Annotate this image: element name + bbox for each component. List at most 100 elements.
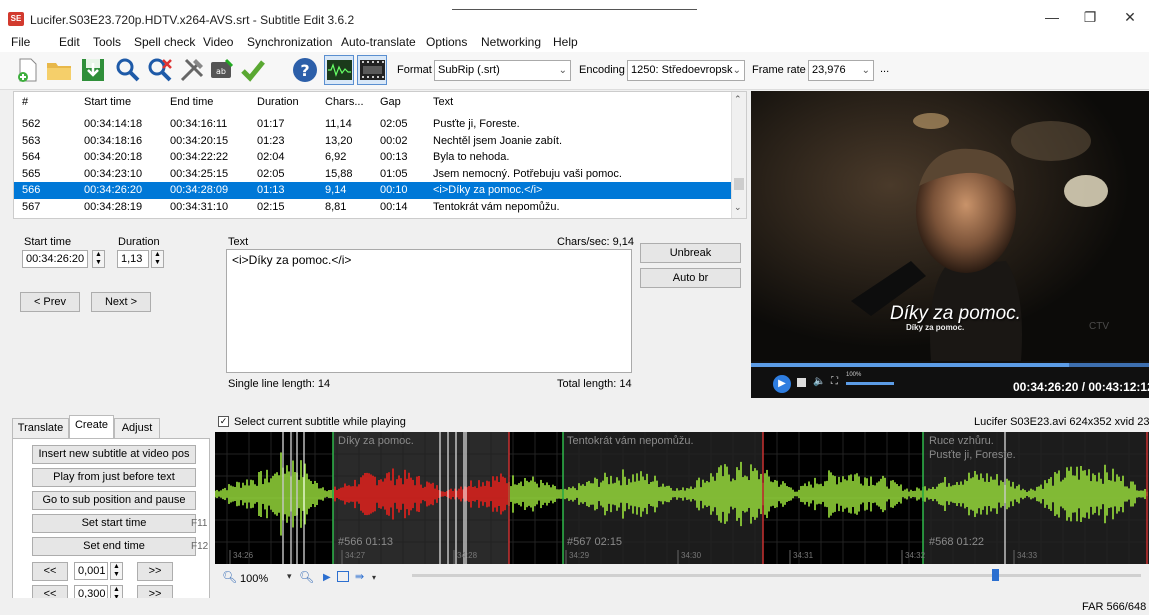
set-end-time-button[interactable]: Set end time <box>32 537 196 556</box>
remove-text-hi-icon[interactable]: ab <box>208 56 236 84</box>
duration-spinner[interactable]: ▲ ▼ <box>151 250 164 268</box>
small-step-input[interactable]: 0,001 <box>74 562 108 580</box>
subtitle-grid[interactable]: # Start time End time Duration Chars... … <box>13 91 747 219</box>
new-file-icon[interactable] <box>14 56 42 84</box>
spell-check-icon[interactable] <box>239 56 267 84</box>
scroll-down-icon[interactable]: ⌄ <box>734 202 742 213</box>
tab-translate[interactable]: Translate <box>12 418 69 439</box>
toggle-video-button[interactable] <box>357 55 387 85</box>
volume-slider[interactable] <box>846 382 894 385</box>
cell-chars: 6,92 <box>325 151 347 164</box>
save-icon[interactable] <box>79 56 107 84</box>
subtitle-text-editor[interactable]: <i>Díky za pomoc.</i> <box>226 249 632 373</box>
col-number[interactable]: # <box>22 96 28 108</box>
replace-icon[interactable] <box>146 56 174 84</box>
help-icon[interactable]: ? <box>291 56 319 84</box>
menu-auto-translate[interactable]: Auto-translate <box>341 35 416 49</box>
frame-rate-select[interactable]: 23,976 ⌄ <box>808 60 874 81</box>
cell-start-time: 00:34:14:18 <box>84 118 143 130</box>
table-row[interactable]: 565 00:34:23:10 00:34:25:15 02:05 15,88 01:05… <box>14 166 732 182</box>
tab-create[interactable]: Create <box>69 415 114 439</box>
select-current-checkbox[interactable]: ✓ <box>218 416 229 427</box>
auto-br-button[interactable]: Auto br <box>640 268 741 288</box>
grid-scrollbar[interactable]: ⌃ ⌄ <box>731 92 746 218</box>
menu-edit[interactable]: Edit <box>59 35 80 49</box>
start-time-spinner[interactable]: ▲ ▼ <box>92 250 105 268</box>
col-start-time[interactable]: Start time <box>84 96 131 108</box>
menu-spell-check[interactable]: Spell check <box>134 35 195 49</box>
col-chars[interactable]: Chars... <box>325 96 364 108</box>
cell-start-time: 00:34:20:18 <box>84 151 143 164</box>
menu-video[interactable]: Video <box>203 35 233 49</box>
table-row[interactable]: 564 00:34:20:18 00:34:22:22 02:04 6,92 00:13 B… <box>14 149 732 165</box>
cell-number: 567 <box>22 201 41 213</box>
select-current-label: Select current subtitle while playing <box>234 416 406 428</box>
play-before-text-button[interactable]: Play from just before text <box>32 468 196 487</box>
video-progress-track[interactable] <box>751 363 1149 367</box>
duration-label: Duration <box>118 236 160 248</box>
options-chevron-down-icon[interactable]: ▾ <box>372 573 376 582</box>
app-icon: SE <box>8 12 24 26</box>
zoom-out-icon[interactable]: 🔍︎ <box>222 570 237 584</box>
zoom-level[interactable]: 100% <box>240 573 268 585</box>
stop-icon[interactable] <box>797 378 806 387</box>
play-selection-icon[interactable]: ▶ <box>323 572 331 583</box>
forward-small-button[interactable]: >> <box>137 562 173 581</box>
maximize-button[interactable]: ❐ <box>1080 8 1100 26</box>
format-select[interactable]: SubRip (.srt) ⌄ <box>434 60 571 81</box>
menu-synchronization[interactable]: Synchronization <box>247 35 332 49</box>
minimize-button[interactable]: — <box>1042 8 1062 26</box>
cell-gap: 00:10 <box>380 184 408 197</box>
set-start-time-button[interactable]: Set start time <box>32 514 196 533</box>
unbreak-button[interactable]: Unbreak <box>640 243 741 263</box>
menu-help[interactable]: Help <box>553 35 578 49</box>
open-folder-icon[interactable] <box>45 56 73 84</box>
back-small-button[interactable]: << <box>32 562 68 581</box>
forward-arrows-icon[interactable]: ⇛ <box>355 570 364 583</box>
duration-input[interactable]: 1,13 <box>117 250 149 268</box>
encoding-select[interactable]: 1250: Středoevropsk ⌄ <box>627 60 745 81</box>
more-button[interactable]: ... <box>880 63 889 75</box>
table-row[interactable]: 563 00:34:18:16 00:34:20:15 01:23 13,20 00:02… <box>14 133 732 149</box>
status-text: FAR 566/648 <box>1082 601 1147 613</box>
insert-subtitle-at-video-pos-button[interactable]: Insert new subtitle at video pos <box>32 445 196 464</box>
grid-scroll-thumb[interactable] <box>734 178 744 190</box>
menu-file[interactable]: File <box>11 35 30 49</box>
find-icon[interactable] <box>114 56 142 84</box>
table-row[interactable]: 567 00:34:28:19 00:34:31:10 02:15 8,81 00:14 T… <box>14 199 732 215</box>
volume-icon[interactable]: 🔈 <box>813 376 825 387</box>
col-gap[interactable]: Gap <box>380 96 401 108</box>
go-to-sub-position-button[interactable]: Go to sub position and pause <box>32 491 196 510</box>
audio-waveform[interactable]: Díky za pomoc. Tentokrát vám nepomůžu. R… <box>215 432 1149 564</box>
video-player[interactable]: Díky za pomoc. Díky za pomoc. CTV ▶ 🔈 ⛶ … <box>751 91 1149 398</box>
fix-errors-icon[interactable] <box>178 56 206 84</box>
menu-tools[interactable]: Tools <box>93 35 121 49</box>
col-text[interactable]: Text <box>433 96 453 108</box>
play-icon[interactable]: ▶ <box>773 375 791 393</box>
cell-end-time: 00:34:20:15 <box>170 134 229 147</box>
cell-duration: 02:05 <box>257 167 285 180</box>
scroll-up-icon[interactable]: ⌃ <box>734 94 742 105</box>
zoom-in-icon[interactable]: 🔍︎ <box>299 570 314 584</box>
close-button[interactable]: ✕ <box>1120 8 1140 26</box>
start-time-input[interactable]: 00:34:26:20 <box>22 250 88 268</box>
small-step-spinner[interactable]: ▲ ▼ <box>110 562 123 580</box>
col-end-time[interactable]: End time <box>170 96 213 108</box>
cell-start-time: 00:34:26:20 <box>84 184 143 197</box>
table-row[interactable]: 566 00:34:26:20 00:34:28:09 01:13 9,14 00:10 <… <box>14 182 732 199</box>
menu-options[interactable]: Options <box>426 35 467 49</box>
waveform-position-slider[interactable] <box>412 569 1141 581</box>
table-row[interactable]: 562 00:34:14:18 00:34:16:11 01:17 11,14 02:05… <box>14 116 732 132</box>
fullscreen-icon[interactable]: ⛶ <box>831 376 838 387</box>
svg-text:ab: ab <box>216 67 226 76</box>
zoom-chevron-down-icon[interactable]: ▾ <box>287 571 292 582</box>
slider-thumb[interactable] <box>992 569 999 581</box>
grid-view-icon[interactable] <box>337 571 349 582</box>
prev-button[interactable]: < Prev <box>20 292 80 312</box>
toggle-waveform-button[interactable] <box>324 55 354 85</box>
time-tick-label: 34:27 <box>345 551 366 560</box>
menu-networking[interactable]: Networking <box>481 35 541 49</box>
col-duration[interactable]: Duration <box>257 96 299 108</box>
tab-adjust[interactable]: Adjust <box>114 418 160 439</box>
next-button[interactable]: Next > <box>91 292 151 312</box>
